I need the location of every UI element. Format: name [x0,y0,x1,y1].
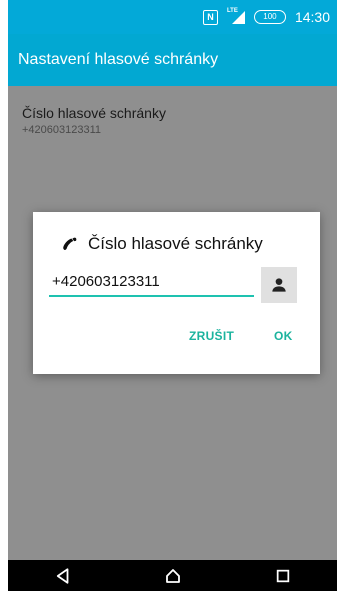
dialog-title-row: Číslo hlasové schránky [60,234,263,254]
phone-icon [63,237,77,251]
home-icon[interactable] [164,567,182,585]
setting-summary: +420603123311 [22,124,102,136]
battery-icon: 100 [253,10,286,24]
screen: N LTE 100 14:30 Nastavení hlasové schrán… [0,0,337,591]
ok-button[interactable]: OK [274,329,293,343]
nfc-icon: N [202,9,218,25]
navigation-bar [8,560,337,591]
voicemail-number-input[interactable] [49,267,254,297]
dialog-title: Číslo hlasové schránky [88,234,263,253]
phone-screen: N LTE 100 14:30 Nastavení hlasové schrán… [8,0,337,591]
setting-title: Číslo hlasové schránky [22,105,166,121]
person-icon [272,278,286,292]
pick-contact-button[interactable] [261,267,297,303]
battery-level: 100 [253,10,286,24]
voicemail-number-dialog: Číslo hlasové schránky ZRUŠIT OK [33,212,320,374]
recent-apps-icon[interactable] [275,568,291,584]
status-bar: N LTE 100 14:30 [8,0,337,34]
cancel-button[interactable]: ZRUŠIT [189,329,234,343]
back-icon[interactable] [54,567,72,585]
clock: 14:30 [294,9,330,25]
signal-icon: LTE [227,8,245,24]
toolbar: Nastavení hlasové schránky [8,34,337,86]
page-title: Nastavení hlasové schránky [18,51,219,68]
